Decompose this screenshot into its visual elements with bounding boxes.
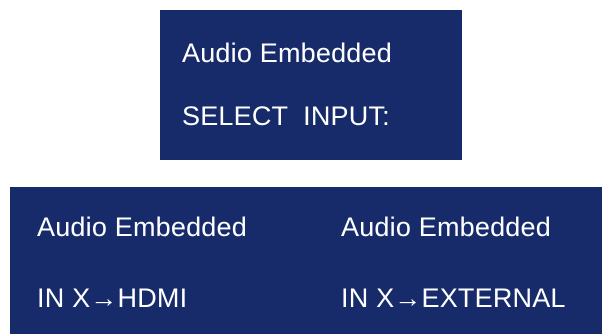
select-input-prompt: SELECT INPUT: [182,101,390,131]
external-option-title: Audio Embedded [341,212,551,242]
lcd-screen-select-input: Audio Embedded SELECT INPUT: [160,10,462,160]
hdmi-option-value: IN X→HDMI [37,283,188,313]
menu-title: Audio Embedded [182,38,392,68]
external-option-value: IN X→EXTERNAL [341,283,566,313]
lcd-screen-input-options: Audio Embedded IN X→HDMI Audio Embedded … [10,187,602,334]
hdmi-option-title: Audio Embedded [37,212,247,242]
